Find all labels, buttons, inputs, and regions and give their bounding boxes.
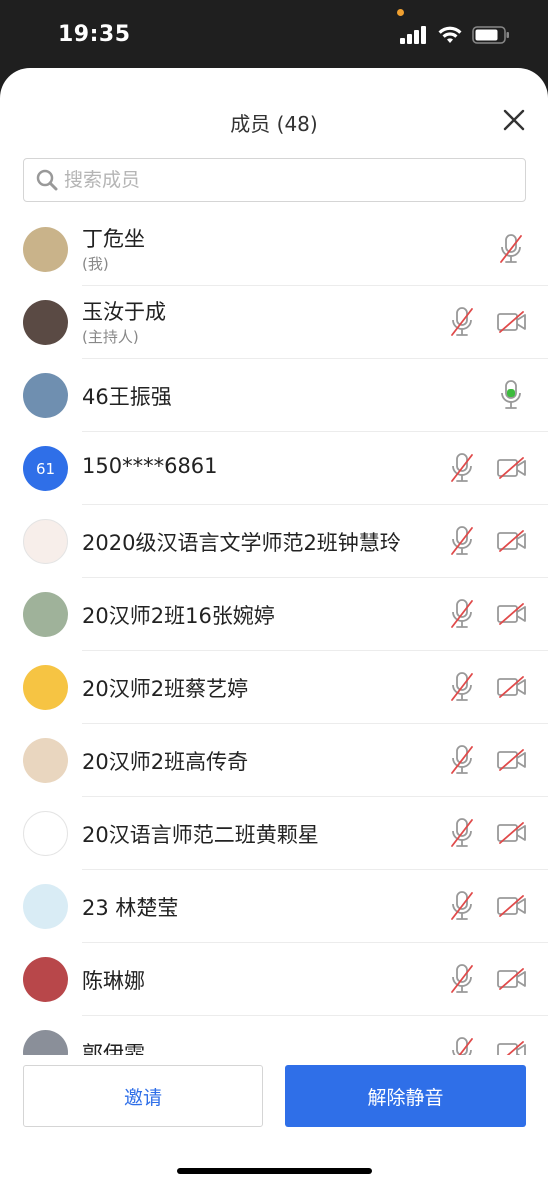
- member-name: 2020级汉语言文学师范2班钟慧玲: [82, 531, 401, 555]
- battery-icon: [472, 26, 509, 44]
- member-name: 20汉语言师范二班黄颗星: [82, 823, 319, 847]
- camera-off-icon[interactable]: [496, 748, 528, 772]
- member-name: 20汉师2班蔡艺婷: [82, 677, 249, 701]
- member-list[interactable]: 丁危坐 (我) 玉汝于成 (主持人) 46王振强 61 150****6861 202…: [0, 213, 548, 1055]
- member-role: (我): [82, 255, 109, 273]
- status-bar: 19:35: [0, 0, 548, 68]
- member-name: 150****6861: [82, 454, 218, 478]
- member-row[interactable]: 23 林楚莹: [0, 870, 548, 943]
- mic-muted-icon[interactable]: [449, 525, 475, 557]
- member-name: 玉汝于成: [82, 300, 166, 324]
- camera-off-icon[interactable]: [496, 602, 528, 626]
- unmute-all-button[interactable]: 解除静音: [285, 1065, 526, 1127]
- status-icons: [400, 26, 510, 44]
- status-time: 19:35: [58, 22, 131, 47]
- sheet-title: 成员 (48): [230, 112, 318, 136]
- member-name: 46王振强: [82, 385, 172, 409]
- search-box[interactable]: [23, 158, 526, 202]
- member-name: 丁危坐: [82, 227, 145, 251]
- recording-dot-icon: [397, 9, 404, 16]
- member-row[interactable]: 陈琳娜: [0, 943, 548, 1016]
- close-icon[interactable]: [502, 108, 526, 132]
- members-sheet: 成员 (48) 丁危坐 (我) 玉汝于成 (主持人) 46王振强 61 150****…: [0, 68, 548, 1186]
- camera-off-icon[interactable]: [496, 967, 528, 991]
- member-row[interactable]: 61 150****6861: [0, 432, 548, 505]
- mic-muted-icon[interactable]: [449, 306, 475, 338]
- mic-muted-icon[interactable]: [449, 598, 475, 630]
- member-name: 23 林楚莹: [82, 896, 179, 920]
- avatar: [23, 665, 68, 710]
- member-name: 郭伊霏: [82, 1042, 145, 1055]
- member-name: 20汉师2班高传奇: [82, 750, 249, 774]
- avatar: [23, 811, 68, 856]
- avatar: [23, 519, 68, 564]
- mic-muted-icon[interactable]: [449, 817, 475, 849]
- mic-muted-icon[interactable]: [449, 671, 475, 703]
- camera-off-icon[interactable]: [496, 894, 528, 918]
- camera-off-icon[interactable]: [496, 529, 528, 553]
- mic-muted-icon[interactable]: [449, 452, 475, 484]
- member-row[interactable]: 20汉师2班蔡艺婷: [0, 651, 548, 724]
- member-name: 20汉师2班16张婉婷: [82, 604, 275, 628]
- avatar: [23, 300, 68, 345]
- mic-muted-icon[interactable]: [449, 744, 475, 776]
- avatar: [23, 592, 68, 637]
- avatar: [23, 957, 68, 1002]
- camera-off-icon[interactable]: [496, 821, 528, 845]
- member-row[interactable]: 20汉语言师范二班黄颗星: [0, 797, 548, 870]
- member-row[interactable]: 20汉师2班16张婉婷: [0, 578, 548, 651]
- signal-icon: [400, 26, 426, 44]
- camera-off-icon[interactable]: [496, 675, 528, 699]
- avatar: 61: [23, 446, 68, 491]
- mic-muted-icon[interactable]: [449, 890, 475, 922]
- mic-active-icon[interactable]: [498, 379, 524, 411]
- member-role: (主持人): [82, 328, 139, 346]
- member-row[interactable]: 46王振强: [0, 359, 548, 432]
- camera-off-icon[interactable]: [496, 310, 528, 334]
- member-row[interactable]: 郭伊霏: [0, 1016, 548, 1055]
- mic-muted-icon[interactable]: [449, 963, 475, 995]
- member-row[interactable]: 2020级汉语言文学师范2班钟慧玲: [0, 505, 548, 578]
- home-indicator: [177, 1168, 372, 1174]
- member-row[interactable]: 丁危坐 (我): [0, 213, 548, 286]
- mic-muted-icon[interactable]: [449, 1036, 475, 1055]
- avatar: [23, 738, 68, 783]
- search-input[interactable]: [64, 169, 484, 191]
- avatar: [23, 884, 68, 929]
- camera-off-icon[interactable]: [496, 456, 528, 480]
- avatar: [23, 227, 68, 272]
- invite-button[interactable]: 邀请: [23, 1065, 263, 1127]
- wifi-icon: [438, 26, 462, 43]
- camera-off-icon[interactable]: [496, 1040, 528, 1055]
- mic-muted-icon[interactable]: [498, 233, 524, 265]
- member-row[interactable]: 玉汝于成 (主持人): [0, 286, 548, 359]
- search-icon: [36, 169, 58, 191]
- avatar: [23, 373, 68, 418]
- member-name: 陈琳娜: [82, 969, 145, 993]
- avatar: [23, 1030, 68, 1055]
- member-row[interactable]: 20汉师2班高传奇: [0, 724, 548, 797]
